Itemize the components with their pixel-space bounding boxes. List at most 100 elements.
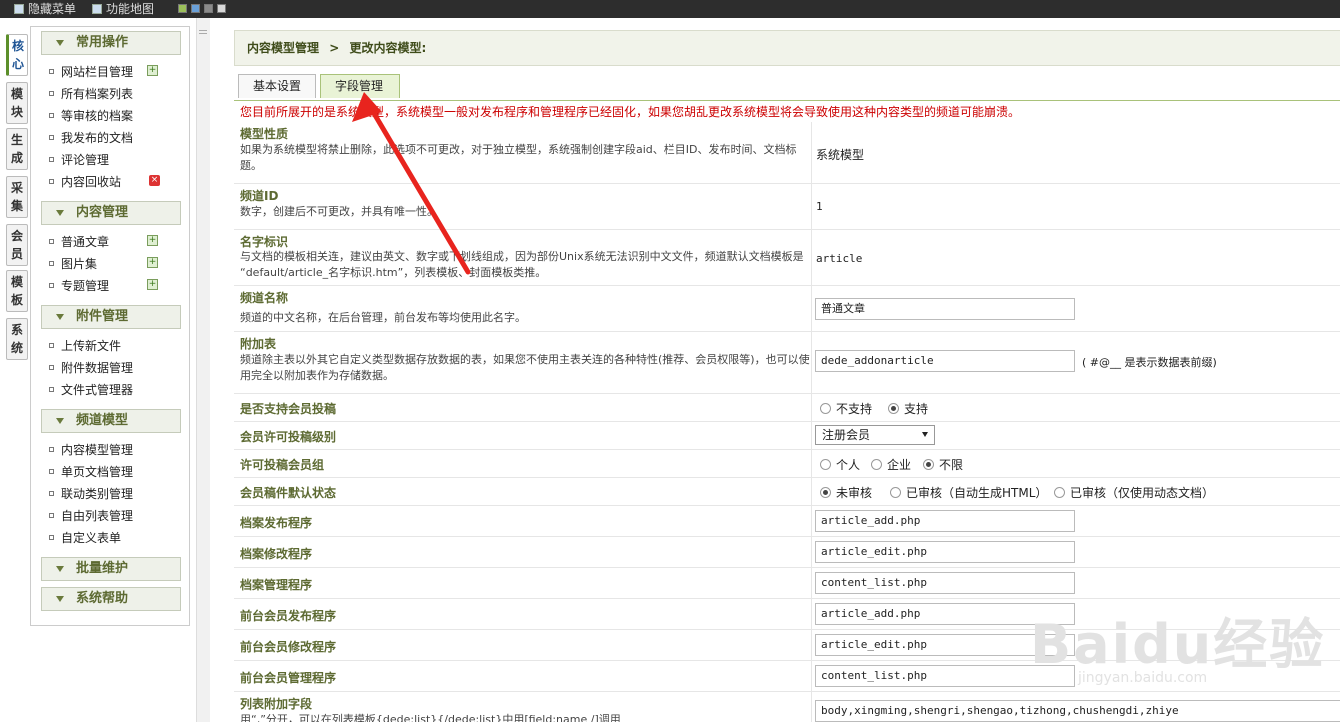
- radio-icon[interactable]: [820, 459, 831, 470]
- tab-basic-settings[interactable]: 基本设置: [238, 74, 316, 98]
- bullet-icon: [49, 135, 54, 140]
- bullet-icon: [49, 157, 54, 162]
- menu-group-0[interactable]: 常用操作: [41, 31, 181, 55]
- model-nature-label: 模型性质: [240, 127, 289, 141]
- add-icon[interactable]: +: [147, 65, 158, 76]
- radio-icon[interactable]: [890, 487, 901, 498]
- side-tab-6[interactable]: 系统: [6, 318, 28, 360]
- side-tab-5[interactable]: 模板: [6, 270, 28, 312]
- menu-group-title: 常用操作: [76, 35, 129, 50]
- feature-map-link[interactable]: 功能地图: [92, 0, 154, 18]
- menu-group-5[interactable]: 系统帮助: [41, 587, 181, 611]
- side-tab-1[interactable]: 模块: [6, 82, 28, 124]
- menu-group-3[interactable]: 频道模型: [41, 409, 181, 433]
- feature-map-label: 功能地图: [106, 2, 155, 16]
- status-option-pending[interactable]: 未审核: [820, 484, 872, 501]
- radio-checked-icon[interactable]: [923, 459, 934, 470]
- tab-field-management[interactable]: 字段管理: [320, 74, 400, 98]
- menu-item-label: 上传新文件: [61, 339, 122, 353]
- channel-id-value: 1: [816, 200, 823, 213]
- add-icon[interactable]: +: [147, 257, 158, 268]
- menu-item-label: 专题管理: [61, 279, 110, 293]
- menu-item[interactable]: 网站栏目管理 +: [49, 63, 158, 81]
- radio-icon[interactable]: [871, 459, 882, 470]
- breadcrumb: 内容模型管理 > 更改内容模型:: [234, 30, 1340, 66]
- chevron-down-icon: [922, 432, 928, 437]
- member-level-select[interactable]: 注册会员: [815, 425, 935, 445]
- skin-blue-swatch[interactable]: [191, 4, 200, 13]
- menu-item-label: 图片集: [61, 257, 98, 271]
- member-submit-option-no[interactable]: 不支持: [820, 400, 872, 417]
- menu-item[interactable]: 普通文章 +: [49, 233, 158, 251]
- menu-item[interactable]: 等审核的档案: [49, 107, 133, 125]
- side-tab-3[interactable]: 采集: [6, 176, 28, 218]
- row-member-level: 会员许可投稿级别 注册会员: [234, 422, 1340, 450]
- menu-item[interactable]: 评论管理: [49, 151, 109, 169]
- menu-group-2[interactable]: 附件管理: [41, 305, 181, 329]
- menu-item[interactable]: 内容回收站 ×: [49, 173, 160, 191]
- radio-checked-icon[interactable]: [820, 487, 831, 498]
- breadcrumb-root[interactable]: 内容模型管理: [247, 41, 319, 55]
- radio-icon[interactable]: [820, 403, 831, 414]
- bullet-icon: [49, 387, 54, 392]
- channel-name-input[interactable]: 普通文章: [815, 298, 1075, 320]
- menu-group-title: 附件管理: [76, 309, 129, 324]
- name-identifier-desc: 与文档的模板相关连，建议由英文、数字或下划线组成，因为部份Unix系统无法识别中…: [240, 250, 804, 279]
- side-tab-0[interactable]: 核心: [6, 34, 28, 76]
- menu-item-label: 文件式管理器: [61, 383, 134, 397]
- add-program-input[interactable]: article_add.php: [815, 510, 1075, 532]
- menu-item[interactable]: 联动类别管理: [49, 485, 133, 503]
- row-addon-table: 附加表 频道除主表以外其它自定义类型数据存放数据的表，如果您不使用主表关连的各种…: [234, 332, 1340, 394]
- menu-item[interactable]: 所有档案列表: [49, 85, 133, 103]
- member-group-option-company[interactable]: 企业: [871, 456, 911, 473]
- add-icon[interactable]: +: [147, 279, 158, 290]
- status-option-approved-dynamic[interactable]: 已审核（仅使用动态文档）: [1054, 484, 1214, 501]
- hide-menu-link[interactable]: 隐藏菜单: [14, 0, 76, 18]
- menu-group-title: 内容管理: [76, 205, 129, 220]
- menu-group-1[interactable]: 内容管理: [41, 201, 181, 225]
- menu-item[interactable]: 单页文档管理: [49, 463, 133, 481]
- bullet-icon: [49, 447, 54, 452]
- radio-checked-icon[interactable]: [888, 403, 899, 414]
- menu-item[interactable]: 内容模型管理: [49, 441, 133, 459]
- menu-item-label: 内容模型管理: [61, 443, 134, 457]
- addon-table-input[interactable]: dede_addonarticle: [815, 350, 1075, 372]
- member-group-option-unlimited[interactable]: 不限: [923, 456, 963, 473]
- menu-group-4[interactable]: 批量维护: [41, 557, 181, 581]
- bullet-icon: [49, 261, 54, 266]
- menu-item[interactable]: 文件式管理器: [49, 381, 133, 399]
- skin-gray-swatch[interactable]: [204, 4, 213, 13]
- radio-icon[interactable]: [1054, 487, 1065, 498]
- member-level-label: 会员许可投稿级别: [240, 430, 337, 444]
- collapse-handle-icon[interactable]: [199, 30, 207, 34]
- menu-item[interactable]: 上传新文件: [49, 337, 121, 355]
- bullet-icon: [49, 343, 54, 348]
- menu-item[interactable]: 附件数据管理: [49, 359, 133, 377]
- addon-table-desc: 频道除主表以外其它自定义类型数据存放数据的表，如果您不使用主表关连的各种特性(推…: [240, 353, 810, 382]
- name-identifier-value: article: [816, 252, 863, 265]
- edit-program-input[interactable]: article_edit.php: [815, 541, 1075, 563]
- skin-light-swatch[interactable]: [217, 4, 226, 13]
- add-icon[interactable]: +: [147, 235, 158, 246]
- bullet-icon: [49, 239, 54, 244]
- menu-item-label: 评论管理: [61, 153, 110, 167]
- frame-divider[interactable]: [196, 18, 210, 722]
- delete-icon[interactable]: ×: [149, 175, 160, 186]
- row-channel-name: 频道名称 频道的中文名称，在后台管理，前台发布等均使用此名字。 普通文章: [234, 286, 1340, 332]
- manage-program-input[interactable]: content_list.php: [815, 572, 1075, 594]
- menu-item[interactable]: 自定义表单: [49, 529, 121, 547]
- side-tab-4[interactable]: 会员: [6, 224, 28, 266]
- side-tab-2[interactable]: 生成: [6, 128, 28, 170]
- menu-item[interactable]: 我发布的文档: [49, 129, 133, 147]
- menu-item[interactable]: 自由列表管理: [49, 507, 133, 525]
- feature-map-icon: [92, 4, 102, 14]
- addon-table-label: 附加表: [240, 337, 277, 351]
- manage-program-label: 档案管理程序: [240, 578, 313, 592]
- menu-item[interactable]: 专题管理 +: [49, 277, 158, 295]
- menu-item[interactable]: 图片集 +: [49, 255, 158, 273]
- member-group-option-personal[interactable]: 个人: [820, 456, 860, 473]
- watermark-brand: Baidu经验: [1030, 613, 1326, 676]
- skin-green-swatch[interactable]: [178, 4, 187, 13]
- status-option-approved-html[interactable]: 已审核（自动生成HTML）: [890, 484, 1047, 501]
- member-submit-option-yes[interactable]: 支持: [888, 400, 928, 417]
